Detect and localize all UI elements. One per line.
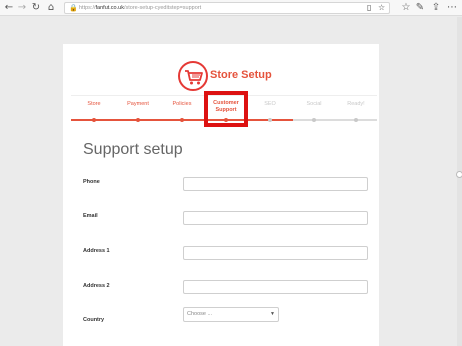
url-domain: fanfut.co.uk [95,5,124,11]
step-dot [354,118,358,122]
step-dot [180,118,184,122]
url-text: https://fanfut.co.uk/store-setup-cyedits… [79,3,201,13]
address1-label: Address 1 [83,248,110,254]
page-scrollbar[interactable] [456,17,462,346]
step-ready[interactable]: Ready! [334,101,378,108]
address2-label: Address 2 [83,283,110,289]
progress-bar-remaining [293,119,377,121]
favorite-star-icon[interactable]: ☆ [378,3,385,13]
email-label: Email [83,213,98,219]
browser-toolbar: ← → ↻ ⌂ 🔒 https://fanfut.co.uk/store-set… [0,0,462,16]
chevron-down-icon: ▼ [270,311,275,317]
shopping-cart-icon [178,61,208,91]
pen-icon[interactable]: ✎ [414,2,426,14]
country-label: Country [83,317,105,323]
step-dot [312,118,316,122]
reading-view-icon[interactable]: ▯ [367,3,371,13]
step-seo[interactable]: SEO [248,101,292,108]
address-bar[interactable]: 🔒 https://fanfut.co.uk/store-setup-cyedi… [64,2,390,14]
step-dot [92,118,96,122]
phone-field[interactable] [183,177,368,191]
step-dot [268,118,272,122]
share-icon[interactable]: ⇪ [430,2,442,14]
country-select-value: Choose ... [187,311,213,317]
form-title: Support setup [83,141,183,158]
step-social[interactable]: Social [292,101,336,108]
step-payment[interactable]: Payment [116,101,160,108]
address2-field[interactable] [183,280,368,294]
page-title: Store Setup [210,69,272,81]
url-path: /store-setup-cyeditstep=support [123,5,202,11]
email-field[interactable] [183,211,368,225]
back-arrow-icon[interactable]: ← [3,2,15,14]
store-setup-card: Store Setup Store Payment Policies Custo… [63,44,379,346]
country-select[interactable]: Choose ... ▼ [183,307,279,322]
address1-field[interactable] [183,246,368,260]
step-policies[interactable]: Policies [160,101,204,108]
scroll-thumb[interactable] [456,171,462,178]
step-dot [136,118,140,122]
lock-icon: 🔒 [69,4,78,12]
forward-arrow-icon[interactable]: → [16,2,28,14]
phone-label: Phone [83,179,100,185]
home-icon[interactable]: ⌂ [45,2,57,14]
more-icon[interactable]: ⋯ [446,2,458,14]
highlight-box [204,91,248,127]
favorites-bar-icon[interactable]: ☆ [400,2,412,14]
step-store[interactable]: Store [72,101,116,108]
refresh-icon[interactable]: ↻ [30,2,42,14]
url-scheme: https:// [79,5,96,11]
